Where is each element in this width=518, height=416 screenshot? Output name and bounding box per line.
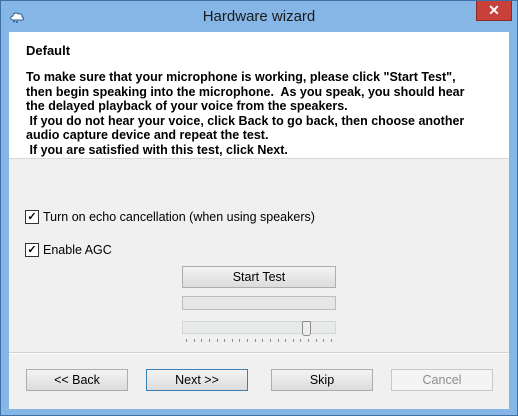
page-heading: Default	[26, 43, 71, 58]
slider-ticks	[186, 339, 332, 342]
title-bar[interactable]: Hardware wizard ✕	[1, 1, 517, 31]
next-button[interactable]: Next >>	[146, 369, 248, 391]
slider-tick	[277, 339, 279, 342]
agc-label: Enable AGC	[43, 243, 112, 257]
slider-tick	[224, 339, 226, 342]
instructions-panel: Default To make sure that your microphon…	[9, 32, 509, 159]
volume-slider[interactable]	[182, 321, 336, 343]
window-title: Hardware wizard	[202, 8, 316, 25]
slider-tick	[323, 339, 325, 342]
slider-tick	[315, 339, 317, 342]
slider-tick	[292, 339, 294, 342]
start-test-button[interactable]: Start Test	[182, 266, 336, 288]
slider-thumb[interactable]	[302, 321, 311, 336]
slider-tick	[186, 339, 187, 342]
button-separator	[9, 352, 509, 354]
slider-tick	[269, 339, 271, 342]
mic-level-bar	[182, 296, 336, 310]
slider-tick	[193, 339, 195, 342]
agc-checkbox[interactable]: ✓	[25, 243, 39, 257]
slider-tick	[254, 339, 256, 342]
slider-tick	[262, 339, 264, 342]
agc-option[interactable]: ✓ Enable AGC	[25, 243, 112, 257]
close-button[interactable]: ✕	[476, 1, 512, 21]
slider-tick	[216, 339, 218, 342]
slider-track[interactable]	[182, 321, 336, 334]
slider-tick	[308, 339, 309, 342]
echo-cancellation-option[interactable]: ✓ Turn on echo cancellation (when using …	[25, 210, 315, 224]
instructions-text: To make sure that your microphone is wor…	[26, 70, 465, 157]
skip-button[interactable]: Skip	[271, 369, 373, 391]
slider-tick	[201, 339, 203, 342]
slider-tick	[300, 339, 302, 342]
wizard-client-area: Default To make sure that your microphon…	[9, 32, 509, 409]
slider-tick	[239, 339, 241, 342]
close-icon: ✕	[488, 2, 500, 18]
slider-tick	[285, 339, 287, 342]
slider-tick	[247, 339, 248, 342]
echo-cancellation-label: Turn on echo cancellation (when using sp…	[43, 210, 315, 224]
cancel-button[interactable]: Cancel	[391, 369, 493, 391]
echo-cancellation-checkbox[interactable]: ✓	[25, 210, 39, 224]
slider-tick	[231, 339, 233, 342]
checkmark-icon: ✓	[27, 243, 37, 256]
hardware-wizard-window: Hardware wizard ✕ Default To make sure t…	[0, 0, 518, 416]
slider-tick	[330, 339, 332, 342]
slider-tick	[208, 339, 210, 342]
back-button[interactable]: << Back	[26, 369, 128, 391]
checkmark-icon: ✓	[27, 210, 37, 223]
